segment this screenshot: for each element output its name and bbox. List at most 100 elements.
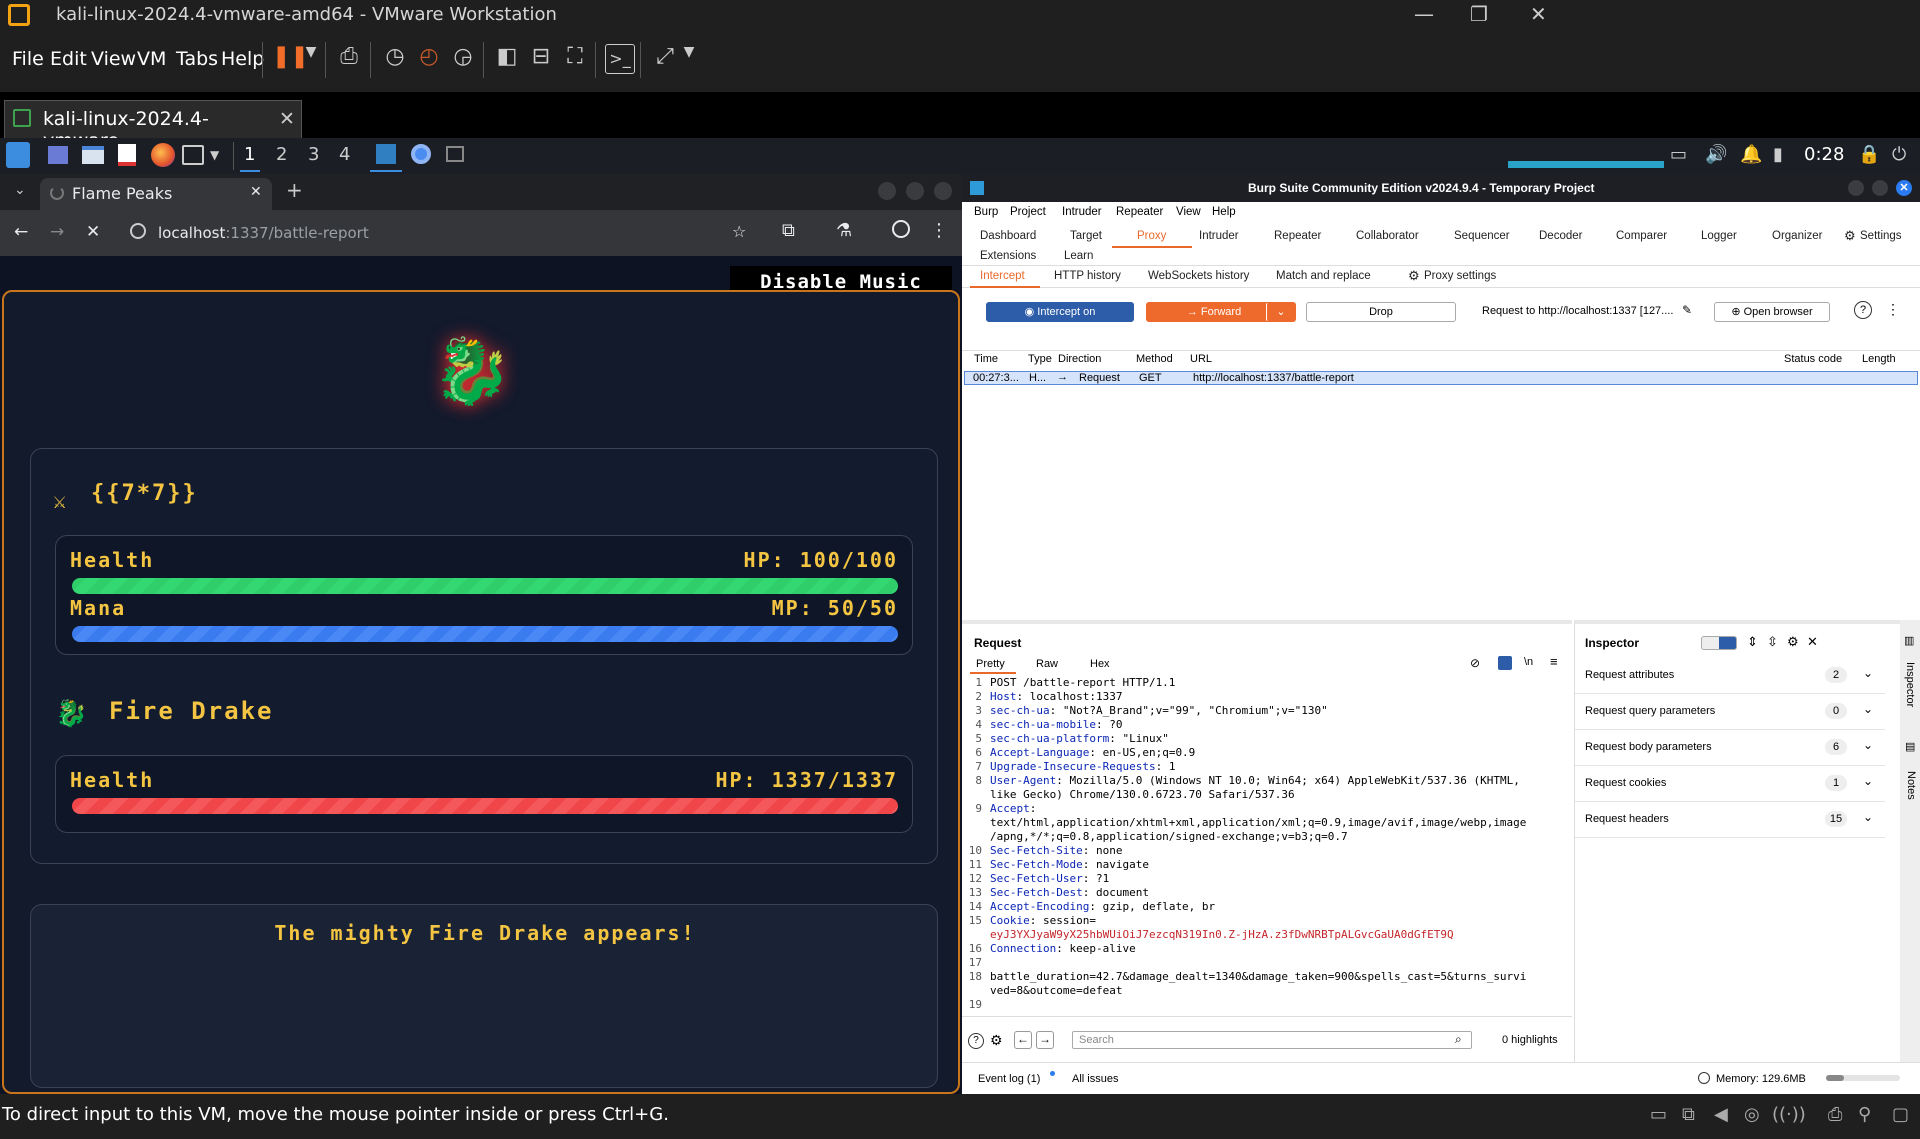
back-icon[interactable]: ← <box>14 222 28 242</box>
tab-learn[interactable]: Learn <box>1064 250 1093 262</box>
cd-icon[interactable]: ◎ <box>1744 1104 1760 1125</box>
workspace-2[interactable]: 2 <box>276 144 287 165</box>
chevron-down-icon[interactable]: ⌄ <box>1863 666 1873 680</box>
tab-repeater[interactable]: Repeater <box>1274 230 1321 242</box>
chevron-down-icon[interactable]: ⌄ <box>1863 774 1873 788</box>
extensions-icon[interactable]: ⧉ <box>782 220 795 241</box>
usb-icon[interactable]: ⚲ <box>1858 1104 1871 1125</box>
address-bar[interactable]: localhost:1337/battle-report ☆ <box>124 217 764 249</box>
subtab-http-history[interactable]: HTTP history <box>1054 270 1121 282</box>
terminal-dropdown-icon[interactable]: ▼ <box>210 148 219 162</box>
prev-match-icon[interactable]: ← <box>1014 1031 1032 1049</box>
revert-snapshot-icon[interactable]: ◴ <box>414 44 444 74</box>
profile-icon[interactable] <box>892 220 910 238</box>
forward-dropdown-icon[interactable]: ⌄ <box>1266 302 1296 322</box>
wireless-icon[interactable]: ((·)) <box>1772 1104 1806 1125</box>
forward-button[interactable]: → Forward <box>1146 302 1282 322</box>
battery-icon[interactable]: ▮ <box>1773 144 1783 165</box>
burp-menu-project[interactable]: Project <box>1010 206 1046 218</box>
workspace-1[interactable]: 1 <box>244 144 255 165</box>
intercept-on-button[interactable]: ◉ Intercept on <box>986 302 1134 322</box>
tab-collaborator[interactable]: Collaborator <box>1356 230 1419 242</box>
terminal-icon[interactable] <box>182 145 204 165</box>
help-icon[interactable]: ? <box>1854 301 1872 319</box>
gear-icon[interactable]: ⚙ <box>1844 228 1856 244</box>
menu-kebab-icon[interactable]: ⋮ <box>930 220 948 241</box>
show-desktop-icon[interactable] <box>48 146 68 164</box>
layout-toggle-icon[interactable] <box>1701 636 1737 650</box>
proxy-settings-gear-icon[interactable]: ⚙ <box>1408 268 1420 284</box>
screen-icon[interactable]: ▭ <box>1670 144 1687 165</box>
tab-search-icon[interactable]: ⌄ <box>14 182 26 198</box>
lock-icon[interactable]: 🔒 <box>1858 144 1880 165</box>
event-log-link[interactable]: Event log (1) <box>978 1073 1040 1085</box>
side-tab-notes[interactable]: Notes <box>1905 771 1917 805</box>
wrap-icon[interactable] <box>1498 656 1512 670</box>
window-dot-2[interactable] <box>906 182 924 200</box>
window-dot-3[interactable] <box>934 182 952 200</box>
menu-view[interactable]: View <box>91 48 136 70</box>
req-tab-hex[interactable]: Hex <box>1090 658 1110 670</box>
open-browser-button[interactable]: ⊕ Open browser <box>1714 302 1830 322</box>
burp-max-icon[interactable] <box>1872 180 1888 196</box>
inspector-row[interactable]: Request cookies 1 ⌄ <box>1575 766 1885 802</box>
req-tab-raw[interactable]: Raw <box>1036 658 1058 670</box>
stop-icon[interactable]: ✕ <box>86 222 100 242</box>
menu-edit[interactable]: Edit <box>50 48 87 70</box>
inspector-row[interactable]: Request query parameters 0 ⌄ <box>1575 694 1885 730</box>
burp-task-icon[interactable] <box>376 144 396 164</box>
clock[interactable]: 0:28 <box>1804 144 1844 165</box>
col-type[interactable]: Type <box>1028 353 1052 365</box>
new-tab-icon[interactable]: + <box>286 178 303 202</box>
subtab-intercept[interactable]: Intercept <box>980 270 1025 282</box>
edit-pencil-icon[interactable]: ✎ <box>1682 303 1692 317</box>
chromium-task-icon[interactable] <box>411 144 431 164</box>
expand-icon[interactable]: ⇕ <box>1747 634 1758 650</box>
col-direction[interactable]: Direction <box>1058 353 1101 365</box>
more-options-icon[interactable]: ⋮ <box>1886 301 1900 318</box>
inspector-close-icon[interactable]: ✕ <box>1807 634 1818 650</box>
browser-tab[interactable]: Flame Peaks ✕ <box>40 178 272 210</box>
subtab-match-replace[interactable]: Match and replace <box>1276 270 1371 282</box>
burp-menu-view[interactable]: View <box>1176 206 1201 218</box>
power-icon[interactable]: ⏻ <box>1892 144 1906 165</box>
bookmark-star-icon[interactable]: ☆ <box>732 222 746 241</box>
newline-icon[interactable]: \n <box>1524 656 1533 668</box>
menu-help[interactable]: Help <box>221 48 264 70</box>
tab-intruder[interactable]: Intruder <box>1199 230 1239 242</box>
text-editor-icon[interactable] <box>118 144 136 166</box>
subtab-proxy-settings[interactable]: Proxy settings <box>1424 270 1496 282</box>
help-circle-icon[interactable]: ? <box>968 1033 984 1049</box>
col-time[interactable]: Time <box>974 353 998 365</box>
tab-logger[interactable]: Logger <box>1701 230 1737 242</box>
stretch-dropdown-icon[interactable]: ▼ <box>674 44 704 74</box>
console-icon[interactable]: >_ <box>605 44 635 74</box>
tab-sequencer[interactable]: Sequencer <box>1454 230 1510 242</box>
subtab-websockets-history[interactable]: WebSockets history <box>1148 270 1249 282</box>
menu-file[interactable]: File <box>12 48 44 70</box>
sidebar-icon[interactable]: ◧ <box>492 44 522 74</box>
snapshot-icon[interactable]: ◷ <box>380 44 410 74</box>
tab-extensions[interactable]: Extensions <box>980 250 1036 262</box>
tab-target[interactable]: Target <box>1070 230 1102 242</box>
drop-button[interactable]: Drop <box>1306 302 1456 322</box>
close-icon[interactable]: ✕ <box>1530 2 1547 26</box>
burp-menu-burp[interactable]: Burp <box>974 206 998 218</box>
settings-icon[interactable]: ⚙ <box>990 1032 1003 1049</box>
printer-icon[interactable]: ⎙ <box>1828 1104 1842 1125</box>
menu-tabs[interactable]: Tabs <box>176 48 218 70</box>
workspace-4[interactable]: 4 <box>339 144 350 165</box>
tab-decoder[interactable]: Decoder <box>1539 230 1582 242</box>
hdd-icon[interactable]: ▭ <box>1650 1104 1667 1125</box>
notifications-icon[interactable]: 🔔 <box>1740 144 1762 165</box>
inspector-side-icon[interactable]: ▥ <box>1904 634 1914 647</box>
inspector-row[interactable]: Request attributes 2 ⌄ <box>1575 658 1885 694</box>
close-tab-icon[interactable]: ✕ <box>250 184 262 200</box>
dropdown-icon[interactable]: ▼ <box>296 44 326 74</box>
vm-tab[interactable]: kali-linux-2024.4-vmware-... ✕ <box>4 100 302 152</box>
window-task-icon[interactable] <box>446 146 464 162</box>
kali-menu-icon[interactable] <box>6 142 30 168</box>
close-tab-icon[interactable]: ✕ <box>279 108 295 130</box>
tab-organizer[interactable]: Organizer <box>1772 230 1823 242</box>
snapshot-manager-icon[interactable]: ◶ <box>448 44 478 74</box>
